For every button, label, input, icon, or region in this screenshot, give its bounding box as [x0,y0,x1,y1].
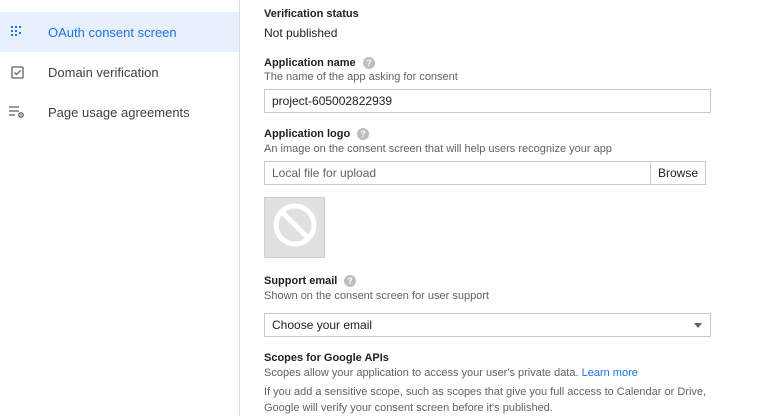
support-email-heading: Support email ? [264,275,357,287]
logo-file-input[interactable]: Local file for upload [264,161,659,185]
svg-text:?: ? [366,58,372,68]
sidebar-item-label: OAuth consent screen [48,24,177,40]
svg-text:?: ? [348,276,354,286]
application-logo-description: An image on the consent screen that will… [264,143,612,155]
help-icon[interactable]: ? [362,57,375,69]
sidebar-item-label: Domain verification [48,64,159,80]
scopes-description: Scopes allow your application to access … [264,367,638,379]
oauth-dots-icon [9,24,25,40]
verification-status-value: Not published [264,26,338,40]
consent-form: Verification status Not published Applic… [264,0,744,416]
application-name-description: The name of the app asking for consent [264,71,458,83]
scopes-heading: Scopes for Google APIs [264,352,389,364]
support-email-description: Shown on the consent screen for user sup… [264,290,490,302]
scopes-note-line-1: If you add a sensitive scope, such as sc… [264,386,707,398]
sidebar-item-domain-verification[interactable]: Domain verification [0,52,239,92]
sidebar-item-oauth-consent-screen[interactable]: OAuth consent screen [0,12,239,52]
scopes-note-line-2: Google will verify your consent screen b… [264,402,553,414]
support-email-select[interactable]: Choose your email [264,313,711,337]
checkbox-icon [9,64,25,80]
browse-button[interactable]: Browse [650,161,706,185]
dropdown-arrow-icon [694,323,702,328]
help-icon[interactable]: ? [357,128,370,140]
application-name-input[interactable]: project-605002822939 [264,89,711,113]
support-email-selected: Choose your email [272,318,373,332]
svg-text:?: ? [360,129,366,139]
sidebar: OAuth consent screen Domain verification… [0,0,240,416]
sidebar-item-page-usage-agreements[interactable]: Page usage agreements [0,92,239,132]
application-logo-heading: Application logo ? [264,128,370,140]
list-settings-icon [9,104,25,120]
logo-preview [264,197,325,258]
sidebar-item-label: Page usage agreements [48,104,190,120]
no-image-icon [272,202,318,253]
application-name-heading: Application name ? [264,57,375,69]
help-icon[interactable]: ? [344,275,357,287]
verification-status-heading: Verification status [264,8,359,20]
learn-more-link[interactable]: Learn more [582,367,638,379]
